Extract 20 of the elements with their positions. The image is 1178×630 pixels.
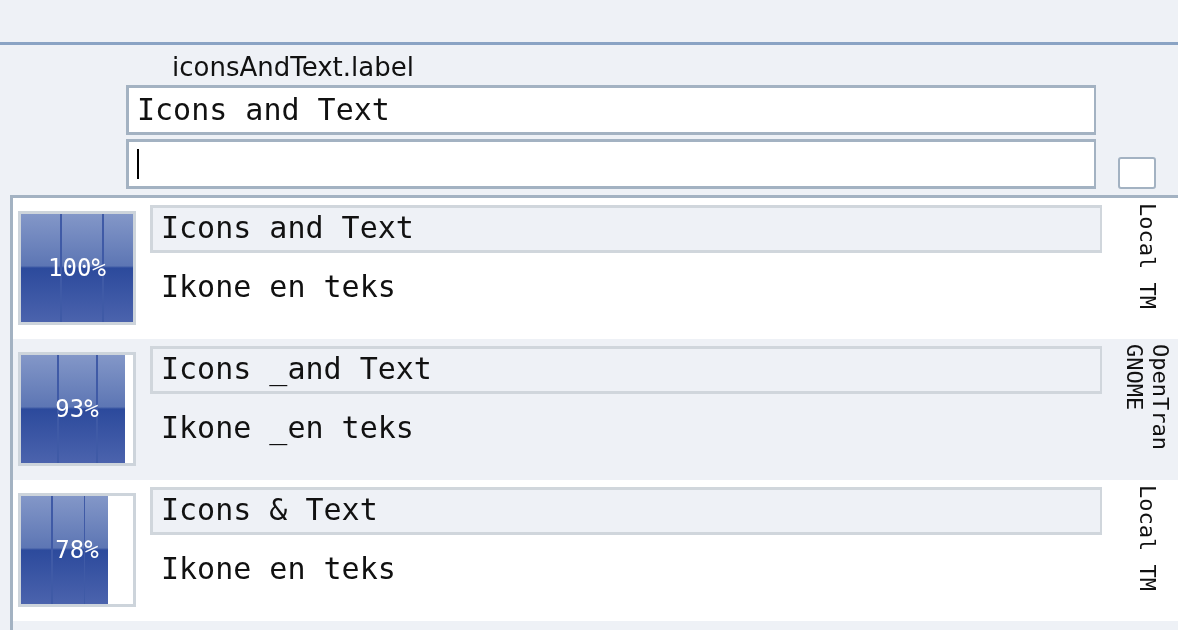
field-label: iconsAndText.label — [171, 51, 415, 84]
text-cursor — [137, 149, 139, 179]
translation-field[interactable] — [126, 139, 1096, 189]
suggestion-source: Icons _and Text — [150, 346, 1102, 394]
fuzzy-checkbox[interactable] — [1118, 157, 1156, 189]
suggestion-row[interactable]: 100% Icons and Text Ikone en teks Local TM — [13, 198, 1178, 339]
suggestion-row[interactable]: 78% Icons & Text Ikone en teks Local TM — [13, 480, 1178, 621]
suggestion-origin: Local TM — [1134, 485, 1160, 591]
suggestion-target: Ikone en teks — [160, 268, 397, 306]
match-percent: 100% — [48, 254, 106, 282]
suggestion-origin: Local TM — [1134, 203, 1160, 309]
suggestion-origin: GNOME — [1121, 344, 1147, 411]
suggestion-source: Icons and Text — [150, 205, 1102, 253]
suggestion-target: Ikone en teks — [160, 550, 397, 588]
source-field[interactable]: Icons and Text — [126, 85, 1096, 135]
suggestion-origin: OpenTran — [1147, 344, 1173, 450]
suggestion-source: Icons & Text — [150, 487, 1102, 535]
match-percent: 93% — [55, 395, 99, 423]
match-percent: 78% — [55, 536, 99, 564]
suggestion-target: Ikone _en teks — [160, 409, 415, 448]
